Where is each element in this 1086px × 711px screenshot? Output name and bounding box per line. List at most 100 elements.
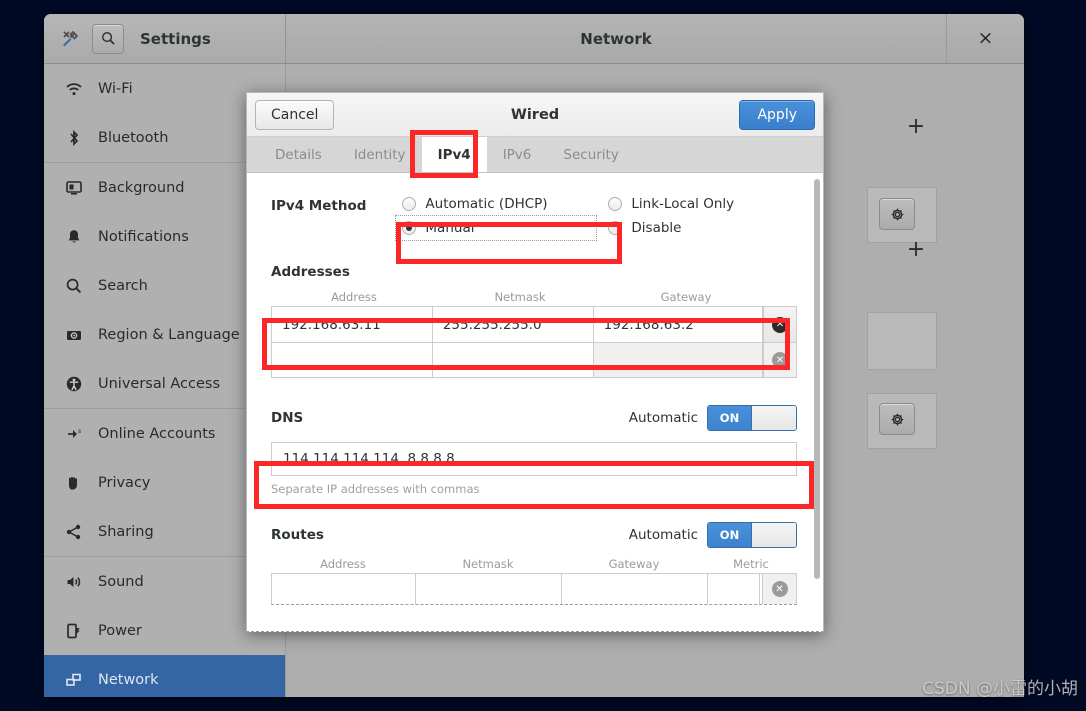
addresses-title: Addresses bbox=[271, 264, 350, 280]
titlebar-left: Settings bbox=[44, 14, 286, 63]
scrollbar-thumb[interactable] bbox=[814, 179, 820, 579]
routes-automatic-label: Automatic bbox=[628, 527, 698, 543]
screen: Settings Network × Wi-Fi Bluetooth Backg… bbox=[0, 0, 1086, 711]
window-close-button[interactable]: × bbox=[946, 14, 1024, 63]
gear-icon bbox=[890, 412, 904, 426]
tab-identity[interactable]: Identity bbox=[338, 137, 422, 172]
address-input-row1[interactable]: 192.168.63.11 bbox=[272, 307, 433, 342]
share-icon bbox=[64, 523, 84, 541]
routes-header: Routes Automatic ON bbox=[271, 522, 797, 548]
table-row: ✕ bbox=[272, 342, 796, 377]
tools-icon bbox=[58, 27, 82, 51]
gateway-input-row1[interactable]: 192.168.63.2 bbox=[593, 307, 764, 342]
delete-circle-icon: ✕ bbox=[772, 352, 789, 368]
dialog-body: IPv4 Method Automatic (DHCP) Link-Local … bbox=[247, 174, 823, 631]
ipv4-method-label: IPv4 Method bbox=[271, 198, 367, 214]
sidebar-item-label: Sharing bbox=[98, 523, 154, 540]
sidebar-item-label: Online Accounts bbox=[98, 425, 216, 442]
sidebar-item-label: Privacy bbox=[98, 474, 151, 491]
tab-label: Identity bbox=[353, 146, 406, 163]
routes-title: Routes bbox=[271, 527, 324, 543]
connection-settings-button-1[interactable] bbox=[879, 198, 915, 230]
route-metric-input[interactable] bbox=[708, 574, 760, 604]
plus-icon: + bbox=[906, 114, 926, 139]
column-header-netmask: Netmask bbox=[462, 557, 514, 571]
ipv4-method-section: IPv4 Method Automatic (DHCP) Link-Local … bbox=[271, 196, 797, 241]
tab-details[interactable]: Details bbox=[259, 137, 338, 172]
hand-icon bbox=[64, 474, 84, 492]
tab-security[interactable]: Security bbox=[547, 137, 634, 172]
dns-servers-input[interactable]: 114.114.114.114, 8.8.8.8 bbox=[271, 442, 797, 476]
tab-label: IPv4 bbox=[437, 146, 471, 163]
plus-icon: + bbox=[906, 237, 926, 262]
route-gateway-input[interactable] bbox=[562, 574, 708, 604]
column-header-address: Address bbox=[320, 557, 366, 571]
apply-button[interactable]: Apply bbox=[739, 99, 815, 130]
add-connection-button-2[interactable]: + bbox=[903, 237, 929, 263]
route-netmask-input[interactable] bbox=[416, 574, 562, 604]
titlebar-center: Network bbox=[286, 14, 946, 63]
network-icon bbox=[64, 671, 84, 689]
app-title: Settings bbox=[140, 29, 211, 48]
close-icon: × bbox=[977, 27, 994, 49]
wired-connection-dialog: Cancel Wired Apply Details Identity IPv4… bbox=[246, 92, 824, 632]
dialog-scrollbar[interactable] bbox=[813, 179, 821, 619]
routes-automatic-toggle[interactable]: ON bbox=[707, 522, 797, 548]
delete-circle-icon: ✕ bbox=[772, 316, 789, 333]
column-header-netmask: Netmask bbox=[494, 290, 546, 304]
dns-automatic-label: Automatic bbox=[628, 410, 698, 426]
dialog-header: Cancel Wired Apply bbox=[247, 93, 823, 137]
address-input-row2[interactable] bbox=[272, 343, 433, 377]
route-address-input[interactable] bbox=[272, 574, 416, 604]
dns-automatic-toggle[interactable]: ON bbox=[707, 405, 797, 431]
tab-ipv6[interactable]: IPv6 bbox=[487, 137, 548, 172]
routes-table: ✕ bbox=[271, 573, 797, 605]
sidebar-item-label: Sound bbox=[98, 573, 144, 590]
search-icon bbox=[64, 277, 84, 295]
cancel-button[interactable]: Cancel bbox=[255, 99, 335, 130]
radio-icon bbox=[402, 221, 417, 235]
table-row: 192.168.63.11 255.255.255.0 192.168.63.2… bbox=[272, 307, 796, 342]
dns-hint-text: Separate IP addresses with commas bbox=[271, 482, 480, 496]
page-title: Network bbox=[580, 29, 652, 48]
dns-section: DNS Automatic ON 114.114.114.114, 8.8.8.… bbox=[271, 405, 797, 496]
radio-manual[interactable]: Manual bbox=[395, 215, 598, 241]
radio-icon bbox=[608, 197, 623, 211]
delete-route-row-button[interactable]: ✕ bbox=[762, 574, 796, 604]
delete-address-row1-button[interactable]: ✕ bbox=[763, 307, 796, 342]
toggle-state-label: ON bbox=[708, 523, 751, 547]
table-row: ✕ bbox=[272, 574, 796, 604]
add-connection-button-1[interactable]: + bbox=[903, 114, 929, 140]
connection-settings-button-2[interactable] bbox=[879, 403, 915, 435]
addresses-column-headers: Address Netmask Gateway bbox=[271, 290, 797, 304]
wifi-icon bbox=[64, 80, 84, 98]
cancel-button-label: Cancel bbox=[271, 106, 319, 123]
bluetooth-icon bbox=[64, 129, 84, 147]
addresses-table: 192.168.63.11 255.255.255.0 192.168.63.2… bbox=[271, 306, 797, 378]
sidebar-item-label: Network bbox=[98, 671, 159, 688]
radio-disable[interactable]: Disable bbox=[608, 220, 734, 236]
watermark: CSDN @小雷的小胡 bbox=[922, 679, 1078, 699]
toggle-state-label: ON bbox=[708, 406, 751, 430]
sidebar-item-label: Notifications bbox=[98, 228, 189, 245]
delete-address-row2-button[interactable]: ✕ bbox=[763, 343, 796, 377]
addresses-section: Addresses Address Netmask Gateway 192.16… bbox=[271, 264, 797, 378]
radio-link-local-only[interactable]: Link-Local Only bbox=[608, 196, 734, 212]
column-header-gateway: Gateway bbox=[660, 290, 712, 304]
bell-icon bbox=[64, 228, 84, 246]
tab-label: IPv6 bbox=[502, 146, 532, 163]
apply-button-label: Apply bbox=[757, 106, 797, 123]
sidebar-item-label: Universal Access bbox=[98, 375, 221, 392]
radio-label: Automatic (DHCP) bbox=[425, 196, 548, 212]
gear-icon bbox=[890, 207, 904, 221]
routes-section: Routes Automatic ON Address Netmask Gate… bbox=[271, 522, 797, 605]
netmask-input-row1[interactable]: 255.255.255.0 bbox=[432, 307, 594, 342]
netmask-input-row2[interactable] bbox=[432, 343, 594, 377]
tab-ipv4[interactable]: IPv4 bbox=[421, 137, 487, 172]
search-button[interactable] bbox=[92, 23, 124, 54]
power-icon bbox=[64, 622, 84, 640]
radio-automatic-dhcp[interactable]: Automatic (DHCP) bbox=[402, 196, 608, 212]
radio-icon bbox=[608, 221, 623, 235]
gateway-input-row2[interactable] bbox=[593, 343, 764, 377]
sidebar-item-network[interactable]: Network bbox=[44, 655, 285, 697]
